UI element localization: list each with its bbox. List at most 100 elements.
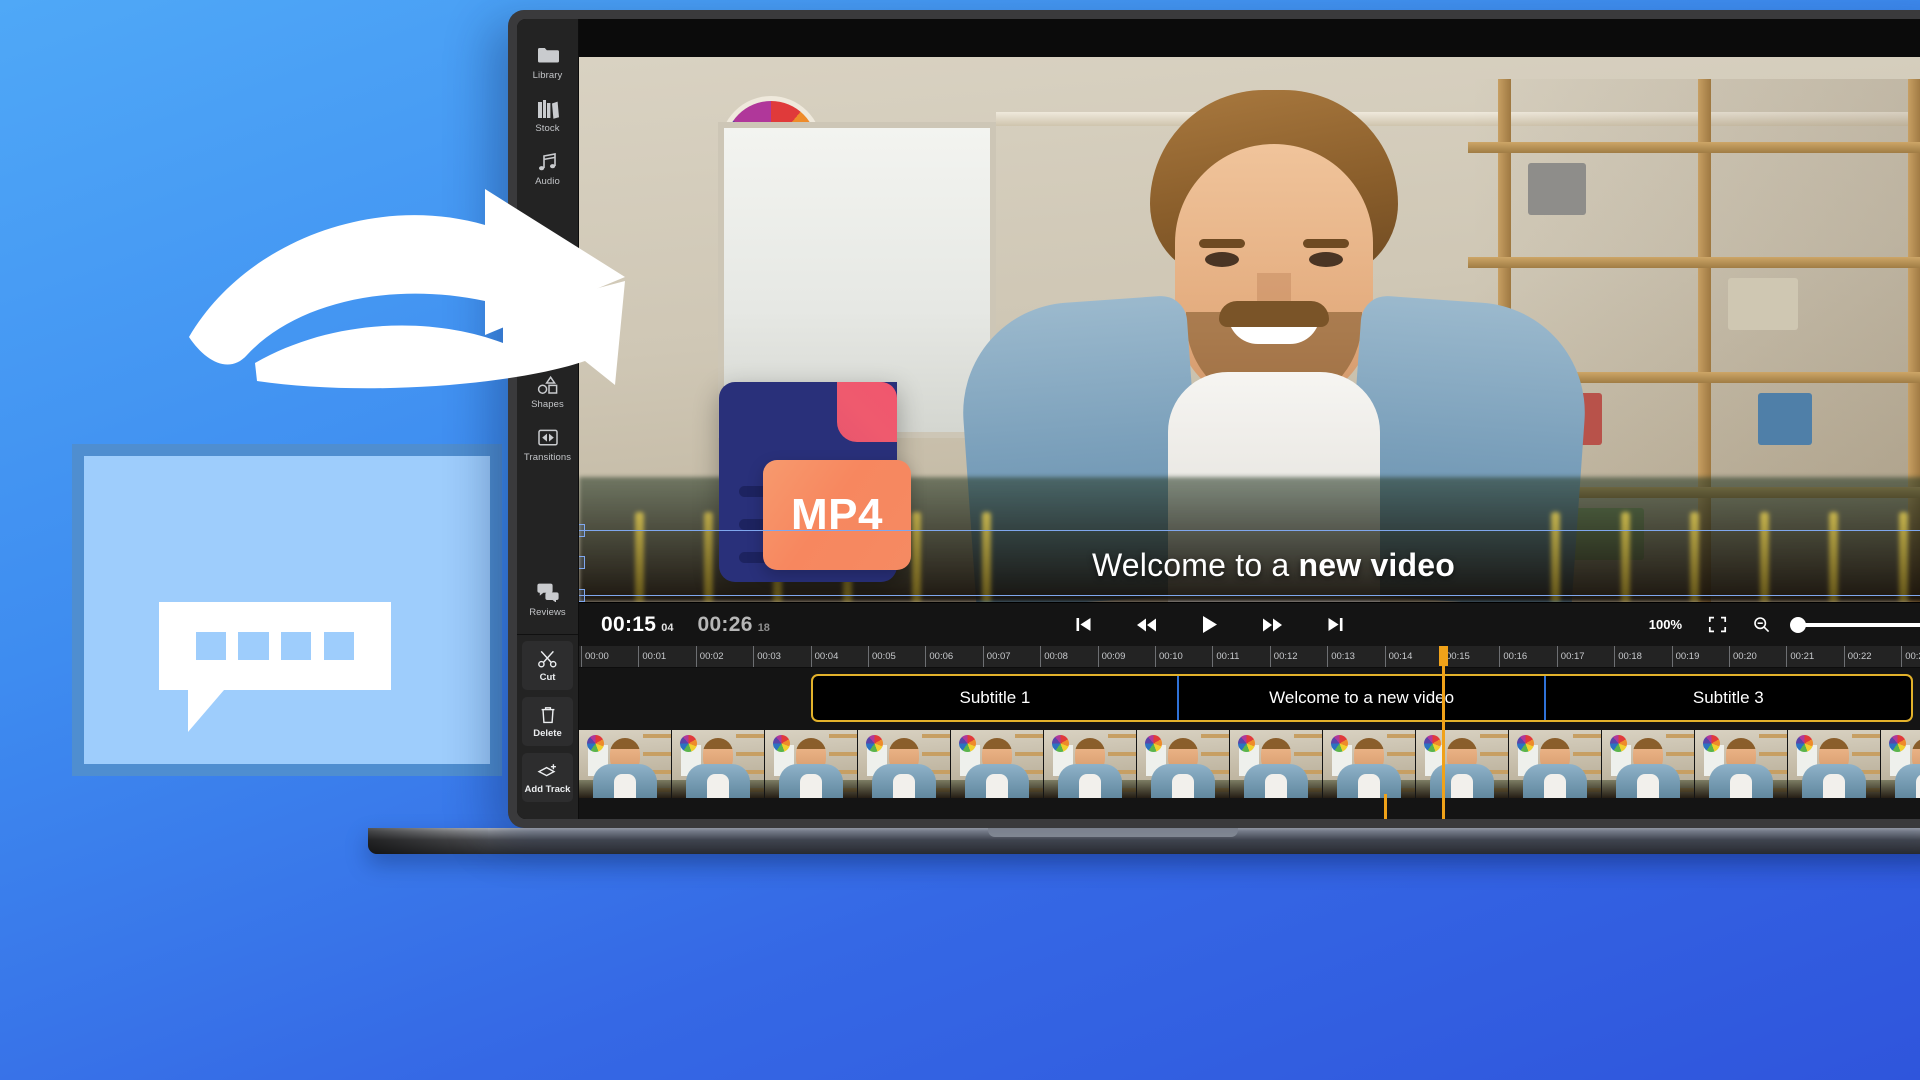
sidebar-label: Audio bbox=[517, 176, 578, 187]
zoom-percentage[interactable]: 100% bbox=[1649, 617, 1682, 632]
sidebar-item-reviews[interactable]: Reviews bbox=[517, 572, 578, 634]
speech-bubbles-icon bbox=[517, 582, 578, 604]
subtitle-clip[interactable]: Subtitle 3 bbox=[1546, 676, 1911, 720]
transport-bar: 00:15 04 00:26 18 bbox=[579, 602, 1920, 646]
sidebar-label: Stock bbox=[517, 123, 578, 134]
video-thumbnail[interactable] bbox=[1416, 730, 1509, 798]
ruler-tick: 00:13 bbox=[1327, 646, 1355, 668]
video-thumbnail[interactable] bbox=[672, 730, 765, 798]
resize-handle-bottom-left[interactable] bbox=[579, 589, 585, 602]
ruler-tick: 00:18 bbox=[1614, 646, 1642, 668]
resize-handle-left[interactable] bbox=[579, 556, 585, 569]
bubble-dot bbox=[196, 632, 226, 660]
current-frames: 04 bbox=[661, 622, 673, 634]
folder-icon bbox=[517, 45, 578, 67]
video-thumbnail[interactable] bbox=[1788, 730, 1881, 798]
magnifier-minus-icon[interactable] bbox=[1753, 616, 1770, 633]
delete-button[interactable]: Delete bbox=[522, 697, 573, 746]
bubble-dot bbox=[238, 632, 268, 660]
sidebar-item-audio[interactable]: Audio bbox=[517, 141, 578, 194]
ruler-tick: 00:09 bbox=[1098, 646, 1126, 668]
ruler-tick: 00:16 bbox=[1499, 646, 1527, 668]
video-thumbnail[interactable] bbox=[1044, 730, 1137, 798]
ruler-tick: 00:07 bbox=[983, 646, 1011, 668]
video-preview[interactable]: MP4 bbox=[579, 57, 1920, 602]
video-thumbnail[interactable] bbox=[1323, 730, 1416, 798]
left-toolbar: Library Stock bbox=[517, 19, 579, 819]
video-track[interactable] bbox=[579, 730, 1920, 798]
duration-timecode: 00:26 18 bbox=[697, 613, 769, 637]
subtitle-graphic-panel bbox=[84, 456, 490, 764]
laptop-frame: Library Stock bbox=[508, 10, 1920, 828]
ruler-tick: 00:03 bbox=[753, 646, 781, 668]
subtitle-track[interactable]: Subtitle 1 Welcome to a new video Subtitle… bbox=[579, 668, 1920, 726]
subtitle-clip[interactable]: Subtitle 1 bbox=[813, 676, 1180, 720]
resize-handle-top-left[interactable] bbox=[579, 524, 585, 537]
current-time: 00:15 bbox=[601, 613, 656, 637]
speech-bubble-tail bbox=[188, 690, 224, 732]
timeline-ruler[interactable]: 00:00 00:01 00:02 00:03 00:04 00:05 00:06 00:07… bbox=[579, 646, 1920, 668]
ruler-tick: 00:10 bbox=[1155, 646, 1183, 668]
subtitle-clip-label: Subtitle 3 bbox=[1693, 688, 1764, 708]
subtitle-clip-label: Welcome to a new video bbox=[1269, 688, 1454, 708]
speech-bubble-shape bbox=[159, 602, 390, 690]
sidebar-item-stock[interactable]: Stock bbox=[517, 88, 578, 141]
page-root: Library Stock bbox=[0, 0, 1920, 1080]
ruler-tick: 00:02 bbox=[696, 646, 724, 668]
video-thumbnail[interactable] bbox=[1230, 730, 1323, 798]
trash-icon bbox=[522, 706, 573, 725]
zoom-slider-knob[interactable] bbox=[1790, 617, 1806, 633]
rewind-button[interactable] bbox=[1136, 617, 1157, 633]
cut-button[interactable]: Cut bbox=[522, 641, 573, 690]
video-editor-app: Library Stock bbox=[517, 19, 1920, 819]
add-track-button[interactable]: Add Track bbox=[522, 753, 573, 802]
sidebar-item-library[interactable]: Library bbox=[517, 35, 578, 88]
ruler-tick: 00:21 bbox=[1786, 646, 1814, 668]
bubble-dot bbox=[324, 632, 354, 660]
subtitle-graphic bbox=[72, 444, 502, 776]
sidebar-item-transitions[interactable]: Transitions bbox=[517, 417, 578, 470]
sidebar-actions: Cut Delete bbox=[517, 634, 578, 819]
video-thumbnail[interactable] bbox=[1881, 730, 1920, 798]
video-thumbnail[interactable] bbox=[858, 730, 951, 798]
timecode-group: 00:15 04 00:26 18 bbox=[601, 613, 770, 637]
fullscreen-icon[interactable] bbox=[1708, 616, 1727, 633]
scissors-icon bbox=[522, 650, 573, 669]
subtitle-clip-group[interactable]: Subtitle 1 Welcome to a new video Subtitle… bbox=[811, 674, 1913, 722]
ruler-tick: 00:06 bbox=[925, 646, 953, 668]
ruler-tick: 00:12 bbox=[1270, 646, 1298, 668]
laptop-screen: Library Stock bbox=[517, 19, 1920, 819]
ruler-tick: 00:05 bbox=[868, 646, 896, 668]
video-thumbnail[interactable] bbox=[951, 730, 1044, 798]
cut-label: Cut bbox=[522, 672, 573, 683]
preview-panel: MP4 bbox=[579, 19, 1920, 602]
add-track-label: Add Track bbox=[522, 784, 573, 795]
play-button[interactable] bbox=[1201, 615, 1218, 634]
ruler-tick: 00:04 bbox=[811, 646, 839, 668]
fast-forward-button[interactable] bbox=[1262, 617, 1283, 633]
ruler-tick: 00:00 bbox=[581, 646, 609, 668]
duration-time: 00:26 bbox=[697, 613, 752, 637]
skip-to-end-button[interactable] bbox=[1327, 616, 1344, 633]
zoom-slider[interactable] bbox=[1796, 623, 1920, 627]
video-thumbnail[interactable] bbox=[1509, 730, 1602, 798]
laptop-base bbox=[368, 828, 1920, 854]
secondary-playhead-marker bbox=[1384, 794, 1387, 819]
sidebar-label: Reviews bbox=[517, 607, 578, 618]
video-thumbnail[interactable] bbox=[1602, 730, 1695, 798]
ruler-tick: 00:22 bbox=[1844, 646, 1872, 668]
timeline-panel[interactable]: 00:00 00:01 00:02 00:03 00:04 00:05 00:06 00:07… bbox=[579, 646, 1920, 819]
ruler-tick: 00:01 bbox=[638, 646, 666, 668]
shapes-icon bbox=[517, 374, 578, 396]
laptop-notch bbox=[988, 828, 1238, 837]
video-thumbnail[interactable] bbox=[579, 730, 672, 798]
sidebar-item-shapes[interactable]: Shapes bbox=[517, 364, 578, 417]
video-thumbnail[interactable] bbox=[1695, 730, 1788, 798]
caption-selection-box[interactable] bbox=[579, 530, 1920, 596]
skip-to-start-button[interactable] bbox=[1075, 616, 1092, 633]
subtitle-clip-label: Subtitle 1 bbox=[959, 688, 1030, 708]
video-thumbnail[interactable] bbox=[1137, 730, 1230, 798]
subtitle-clip[interactable]: Welcome to a new video bbox=[1179, 676, 1546, 720]
ruler-tick: 00:17 bbox=[1557, 646, 1585, 668]
video-thumbnail[interactable] bbox=[765, 730, 858, 798]
